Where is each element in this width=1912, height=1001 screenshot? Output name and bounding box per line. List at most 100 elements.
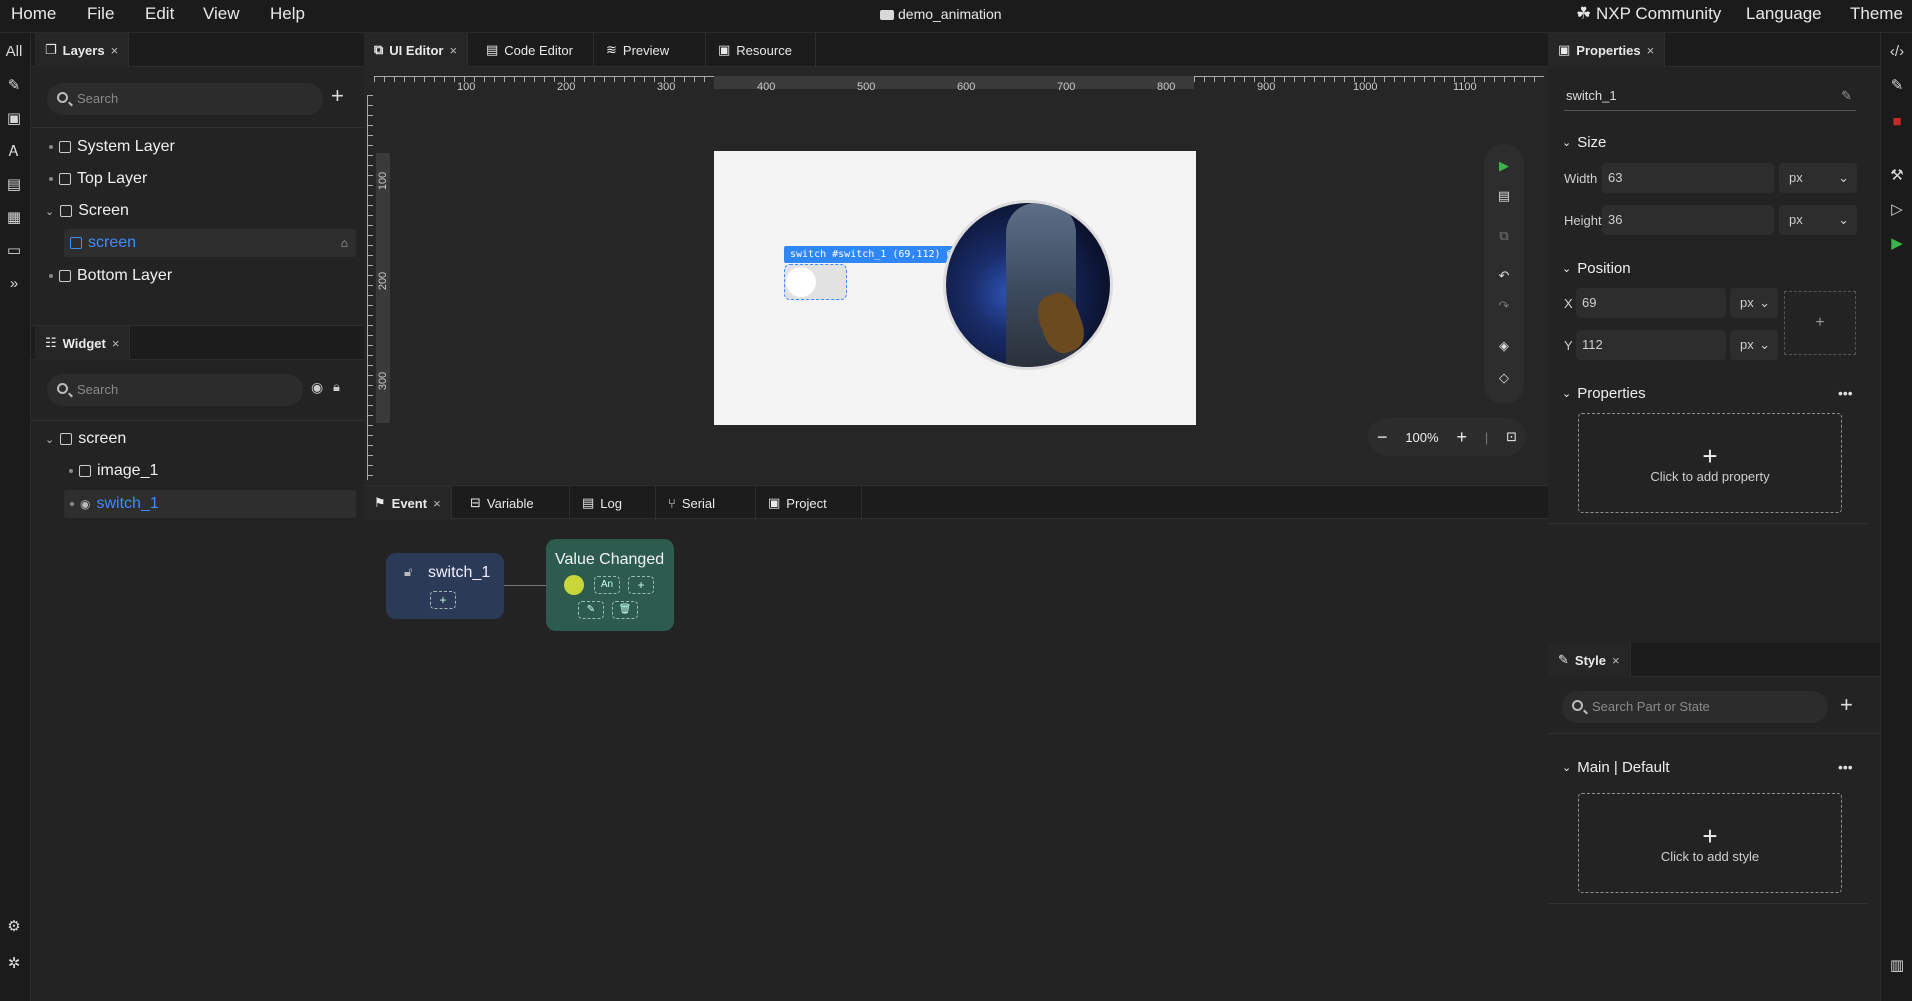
close-icon[interactable]: ×	[1647, 43, 1655, 58]
play-icon[interactable]: ▶	[1496, 158, 1512, 174]
tab-serial[interactable]: ⑂ Serial	[658, 486, 756, 520]
theme-menu[interactable]: Theme	[1850, 4, 1903, 24]
add-style-button[interactable]: + Click to add style	[1578, 793, 1842, 893]
position-section-header[interactable]: ⌄ Position	[1562, 260, 1631, 277]
play-icon[interactable]: ▶	[1886, 233, 1908, 255]
expand-icon[interactable]: »	[3, 273, 25, 295]
plugin-icon[interactable]: ⚙	[3, 916, 25, 938]
run-icon[interactable]: ▷	[1886, 199, 1908, 221]
layer-item-system[interactable]: System Layer	[49, 138, 175, 156]
undo-icon[interactable]: ↶	[1496, 268, 1512, 284]
panel-layout-icon[interactable]: ▥	[1886, 955, 1908, 977]
settings-icon[interactable]: ✲	[3, 953, 25, 975]
window-icon[interactable]: ▤	[1496, 188, 1512, 204]
tab-properties[interactable]: ▣ Properties ×	[1548, 33, 1666, 67]
all-filter[interactable]: All	[3, 41, 25, 63]
brush-icon[interactable]: ✎	[3, 75, 25, 97]
zoom-out-button[interactable]: −	[1377, 427, 1388, 448]
tab-widget[interactable]: ☷ Widget ×	[35, 326, 131, 360]
close-icon[interactable]: ×	[433, 496, 441, 511]
x-unit-select[interactable]: px ⌄	[1730, 288, 1778, 318]
add-style-part-button[interactable]: +	[1840, 692, 1853, 718]
layer-item-screen[interactable]: ⌄ Screen	[45, 202, 129, 220]
style-search-input[interactable]: Search Part or State	[1562, 691, 1828, 723]
widget-name-input[interactable]: switch_1 ✎	[1564, 83, 1856, 111]
add-layer-button[interactable]: +	[331, 83, 344, 109]
add-action-button[interactable]: +	[628, 576, 654, 594]
widget-item-switch[interactable]: ◉ switch_1	[64, 490, 356, 518]
layer-item-bottom[interactable]: Bottom Layer	[49, 267, 172, 285]
image-icon[interactable]: ▣	[3, 108, 25, 130]
menu-edit[interactable]: Edit	[145, 4, 174, 24]
y-input[interactable]: 112	[1576, 330, 1726, 360]
more-icon[interactable]: •••	[1838, 385, 1853, 401]
main-default-section-header[interactable]: ⌄ Main | Default	[1562, 759, 1670, 776]
copy-icon[interactable]: ⧉	[1496, 228, 1512, 244]
close-icon[interactable]: ×	[111, 43, 119, 58]
menu-home[interactable]: Home	[11, 4, 56, 24]
layer-item-screen-child[interactable]: screen ⌂	[64, 229, 356, 257]
table-icon[interactable]: ▦	[3, 207, 25, 229]
switch-knob[interactable]	[786, 267, 816, 297]
y-unit-select[interactable]: px ⌄	[1730, 330, 1778, 360]
layer-down-icon[interactable]: ◇	[1496, 370, 1512, 386]
tab-event[interactable]: ⚑ Event ×	[364, 486, 452, 520]
tab-variable[interactable]: ⊟ Variable	[460, 486, 570, 520]
layer-up-icon[interactable]: ◈	[1496, 338, 1512, 354]
alignment-grid[interactable]: +	[1784, 291, 1856, 355]
height-unit-select[interactable]: px ⌄	[1779, 205, 1857, 235]
menu-help[interactable]: Help	[270, 4, 305, 24]
brush-icon[interactable]: ✎	[1886, 75, 1908, 97]
event-source-node[interactable]: 🔓︎ switch_1 +	[386, 553, 504, 619]
lock-icon[interactable]: 🔒︎	[333, 379, 340, 395]
widget-item-image[interactable]: image_1	[69, 462, 158, 480]
edit-icon[interactable]: ✎	[578, 601, 604, 619]
widget-search-input[interactable]: Search	[47, 374, 303, 406]
image-widget[interactable]	[943, 200, 1113, 370]
screen-icon[interactable]: ▭	[3, 240, 25, 262]
layer-item-top[interactable]: Top Layer	[49, 170, 147, 188]
tab-style[interactable]: ✎ Style ×	[1548, 643, 1631, 677]
more-icon[interactable]: •••	[1838, 759, 1853, 775]
tab-preview[interactable]: ≋ Preview	[596, 33, 706, 67]
size-section-header[interactable]: ⌄ Size	[1562, 134, 1606, 151]
edit-icon[interactable]: ✎	[1841, 83, 1852, 109]
width-unit-select[interactable]: px ⌄	[1779, 163, 1857, 193]
x-input[interactable]: 69	[1576, 288, 1726, 318]
zoom-in-button[interactable]: +	[1456, 427, 1467, 448]
card-icon[interactable]: ▤	[3, 174, 25, 196]
properties-section-header[interactable]: ⌄ Properties	[1562, 385, 1646, 402]
close-icon[interactable]: ×	[112, 336, 120, 351]
widget-item-screen[interactable]: ⌄ screen	[45, 430, 126, 448]
lock-icon[interactable]: 🔓︎	[404, 564, 412, 580]
eye-icon[interactable]: ◉	[311, 379, 323, 396]
text-icon[interactable]: Ꭺ	[3, 141, 25, 163]
add-event-button[interactable]: +	[430, 591, 456, 609]
close-icon[interactable]: ×	[449, 43, 457, 58]
home-icon[interactable]: ⌂	[341, 236, 348, 250]
layers-search-input[interactable]: Search	[47, 83, 323, 115]
nxp-community-link[interactable]: ☘ NXP Community	[1576, 4, 1721, 24]
tab-log[interactable]: ▤ Log	[572, 486, 656, 520]
fit-screen-icon[interactable]: ⊡	[1506, 429, 1517, 445]
tab-code-editor[interactable]: ▤ Code Editor	[476, 33, 594, 67]
tab-resource[interactable]: ▣ Resource	[708, 33, 816, 67]
menu-file[interactable]: File	[87, 4, 114, 24]
add-property-button[interactable]: + Click to add property	[1578, 413, 1842, 513]
close-icon[interactable]: ×	[1612, 653, 1620, 668]
language-menu[interactable]: Language	[1746, 4, 1822, 24]
wrench-icon[interactable]: ⚒	[1886, 165, 1908, 187]
code-icon[interactable]: ‹/›	[1886, 41, 1908, 63]
tab-ui-editor[interactable]: ⧉ UI Editor ×	[364, 33, 469, 67]
delete-icon[interactable]: 🗑︎	[612, 601, 638, 619]
menu-view[interactable]: View	[203, 4, 240, 24]
action-dot[interactable]	[564, 575, 584, 595]
record-icon[interactable]: ■	[1886, 111, 1908, 133]
event-trigger-node[interactable]: Value Changed An + ✎ 🗑︎	[546, 539, 674, 631]
tab-layers[interactable]: ❐ Layers ×	[35, 33, 130, 67]
tab-project[interactable]: ▣ Project	[758, 486, 862, 520]
height-input[interactable]: 36	[1602, 205, 1774, 235]
width-input[interactable]: 63	[1602, 163, 1774, 193]
animation-button[interactable]: An	[594, 576, 620, 594]
redo-icon[interactable]: ↷	[1496, 298, 1512, 314]
